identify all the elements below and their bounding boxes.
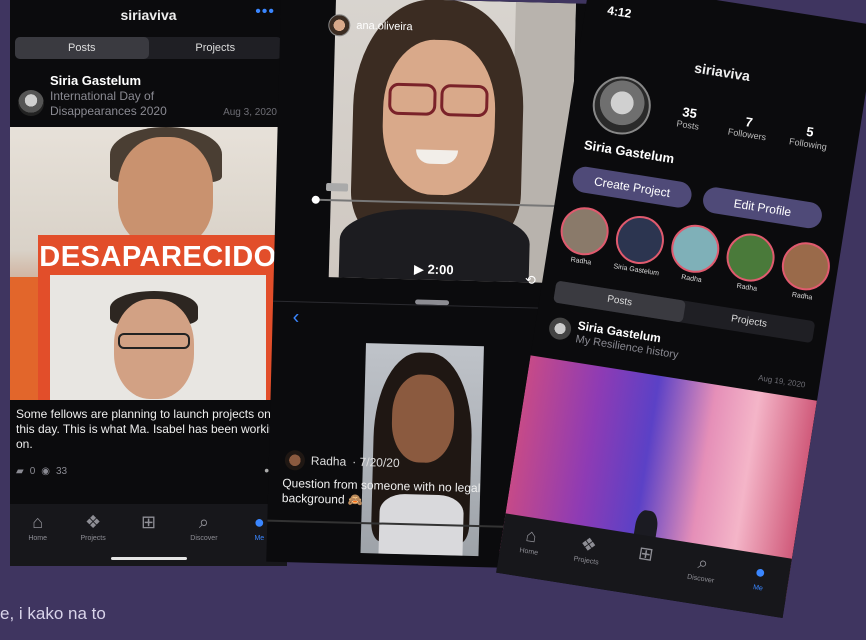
photo-detail <box>114 299 194 399</box>
reply-question: Question from someone with no legal back… <box>281 475 481 508</box>
view-count: 33 <box>56 466 68 477</box>
video-detail <box>387 82 489 118</box>
avatar[interactable] <box>557 203 613 259</box>
story-item[interactable]: Siria Gastelum <box>611 212 669 278</box>
story-label: Radha <box>791 291 813 302</box>
post-image[interactable]: DESAPARECIDO <box>10 127 287 400</box>
story-item[interactable]: Radha <box>666 221 724 286</box>
tab-discover[interactable]: ⌕ Discover <box>668 541 735 609</box>
profile-name: Siria Gastelum <box>583 137 676 167</box>
story-label: Radha <box>680 273 703 285</box>
post-date: Aug 19, 2020 <box>757 373 806 390</box>
tab-projects[interactable]: Projects <box>149 37 283 59</box>
caption-icon[interactable] <box>325 183 349 192</box>
avatar[interactable] <box>18 90 44 116</box>
tab-label: Projects <box>80 535 106 542</box>
video-player[interactable] <box>328 0 576 284</box>
video-username[interactable]: ana.oliveira <box>356 20 413 33</box>
add-icon: ⊞ <box>140 512 157 532</box>
status-time: 4:12 <box>606 3 633 21</box>
post-title: International Day of Disappearances 2020 <box>50 89 167 118</box>
video-author[interactable]: ana.oliveira <box>328 14 413 38</box>
video-detail <box>390 373 456 464</box>
comment-count: 0 <box>29 466 36 477</box>
comment-icon[interactable]: ▰ <box>16 466 24 477</box>
post-stats: ▰ 0 ◉ 33 <box>16 466 67 477</box>
scrubber-handle[interactable] <box>311 195 320 204</box>
story-label: Radha <box>736 282 758 293</box>
story-item[interactable]: Radha <box>777 238 835 304</box>
post-body: Some fellows are planning to launch proj… <box>16 407 283 451</box>
tab-me[interactable]: ● Me <box>725 550 792 618</box>
segmented-control: Posts Projects <box>15 37 282 59</box>
sign-text: DESAPARECIDO <box>39 241 277 273</box>
phone-feed-screen: siriaviva ••• Posts Projects Siria Gaste… <box>10 0 287 566</box>
home-icon: ⌂ <box>32 512 44 532</box>
tab-projects-nav[interactable]: ❖ Projects <box>553 522 620 590</box>
play-duration[interactable]: ▶ 2:00 <box>414 261 454 278</box>
reply-author-name[interactable]: Radha <box>311 454 347 469</box>
avatar[interactable] <box>667 221 723 277</box>
sign-photo <box>50 275 266 400</box>
tab-home[interactable]: ⌂ Home <box>496 513 563 581</box>
photo-detail <box>118 333 190 349</box>
rotate-icon[interactable]: ⟲ <box>525 272 536 288</box>
home-indicator[interactable] <box>110 557 187 560</box>
story-label: Radha <box>570 256 592 267</box>
avatar[interactable] <box>328 14 351 37</box>
slide-caption: e, i kako na to <box>0 604 106 623</box>
tab-home[interactable]: ⌂ Home <box>10 504 65 566</box>
header: siriaviva ••• <box>10 0 287 30</box>
video-detail <box>380 38 497 197</box>
avatar[interactable] <box>723 230 779 285</box>
story-item[interactable]: Radha <box>722 230 780 295</box>
post-author[interactable]: Siria Gastelum <box>50 73 141 88</box>
eye-icon: ◉ <box>41 466 50 477</box>
stat-posts[interactable]: 35 Posts <box>676 104 702 132</box>
tab-posts[interactable]: Posts <box>15 37 149 59</box>
story-label: Siria Gastelum <box>612 263 660 278</box>
tab-add[interactable]: ⊞ <box>611 531 678 599</box>
story-item[interactable]: Radha <box>556 203 614 269</box>
profile-title: siriaviva <box>120 7 177 23</box>
photo-detail <box>118 137 213 247</box>
projects-icon: ❖ <box>85 512 102 532</box>
avatar[interactable] <box>547 316 573 342</box>
post-header[interactable]: Siria Gastelum International Day of Disa… <box>10 66 287 126</box>
create-project-button[interactable]: Create Project <box>570 164 694 210</box>
ellipsis-icon[interactable]: ••• <box>255 3 275 21</box>
avatar[interactable] <box>778 238 834 294</box>
reply-author[interactable]: Radha · 7/20/20 <box>284 450 400 473</box>
stat-followers[interactable]: 7 Followers <box>727 112 769 142</box>
tab-label: Discover <box>190 535 218 542</box>
avatar[interactable] <box>284 450 306 471</box>
chevron-left-icon[interactable]: ‹ <box>292 306 299 329</box>
tab-bar: ⌂ Home ❖ Projects ⊞ ⌕ Discover ● Me <box>10 504 287 566</box>
search-icon: ⌕ <box>198 512 209 532</box>
add-icon: ⊞ <box>636 542 655 565</box>
reply-date: · 7/20/20 <box>352 454 400 471</box>
tab-label: Home <box>28 535 48 542</box>
protest-sign: DESAPARECIDO <box>38 235 278 400</box>
post-date: Aug 3, 2020 <box>223 107 277 118</box>
avatar[interactable] <box>612 212 668 268</box>
profile-avatar[interactable] <box>588 72 655 139</box>
stat-following[interactable]: 5 Following <box>788 121 829 152</box>
stat-label: Posts <box>675 118 700 132</box>
edit-profile-button[interactable]: Edit Profile <box>701 185 824 231</box>
